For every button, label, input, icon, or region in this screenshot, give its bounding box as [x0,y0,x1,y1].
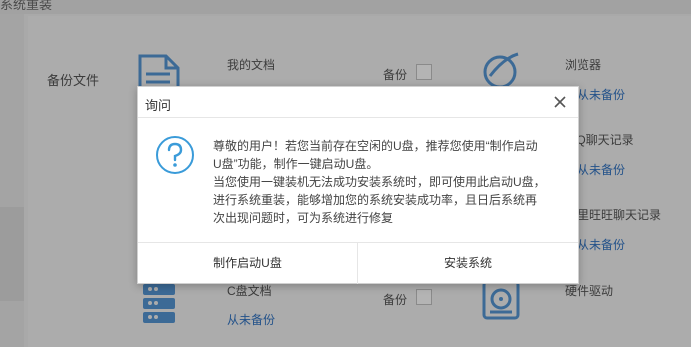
server-icon [143,284,175,323]
backup-item-status-link[interactable]: 从未备份 [577,86,625,103]
message-line: 进行系统重装，能够增加您的系统安装成功率，且日后系统再 [213,193,538,207]
browser-icon [483,52,519,89]
backup-item-status-link[interactable]: 从未备份 [577,236,625,253]
left-nav-selected [0,207,24,301]
backup-section-label: 备份文件 [47,73,100,88]
dialog-divider [138,117,578,118]
backup-item-status-link[interactable]: 从未备份 [577,161,625,178]
make-usb-button[interactable]: 制作启动U盘 [138,243,358,284]
message-line: 尊敬的用户！若您当前存在空闲的U盘，推荐您使用“制作启动 [213,139,538,153]
install-system-button[interactable]: 安装系统 [358,243,578,284]
window-title: 系统重装 [0,0,53,12]
window-titlebar: 系统重装 [0,0,691,14]
ask-dialog: 询问 尊敬的用户！若您当前存在空闲的U盘，推荐您使用“制作启动 U盘”功能，制作… [137,86,579,284]
dialog-message: 尊敬的用户！若您当前存在空闲的U盘，推荐您使用“制作启动 U盘”功能，制作一键启… [213,137,563,227]
backup-item-name: 硬件驱动 [565,284,614,298]
dialog-button-bar: 制作启动U盘 安装系统 [138,242,578,284]
backup-item-name: C盘文档 [227,284,272,298]
backup-item-status-link[interactable]: 从未备份 [227,311,275,328]
backup-checkbox[interactable] [416,64,432,80]
dialog-title: 询问 [145,98,172,113]
backup-check-label: 备份 [383,68,408,82]
close-icon[interactable] [552,92,568,110]
backup-item-name: 我的文档 [227,58,276,72]
question-icon [156,136,194,174]
backup-check-label: 备份 [383,293,408,307]
backup-item-name: 浏览器 [565,58,602,72]
message-line: U盘”功能，制作一键启动U盘。 [213,157,379,171]
message-line: 当您使用一键装机无法成功安装系统时，即可使用此启动U盘， [213,175,546,189]
message-line: 次出现问题时，可为系统进行修复 [213,211,394,225]
driver-icon [482,280,520,320]
backup-checkbox[interactable] [416,289,432,305]
backup-item-name: 阿里旺旺聊天记录 [565,208,662,222]
